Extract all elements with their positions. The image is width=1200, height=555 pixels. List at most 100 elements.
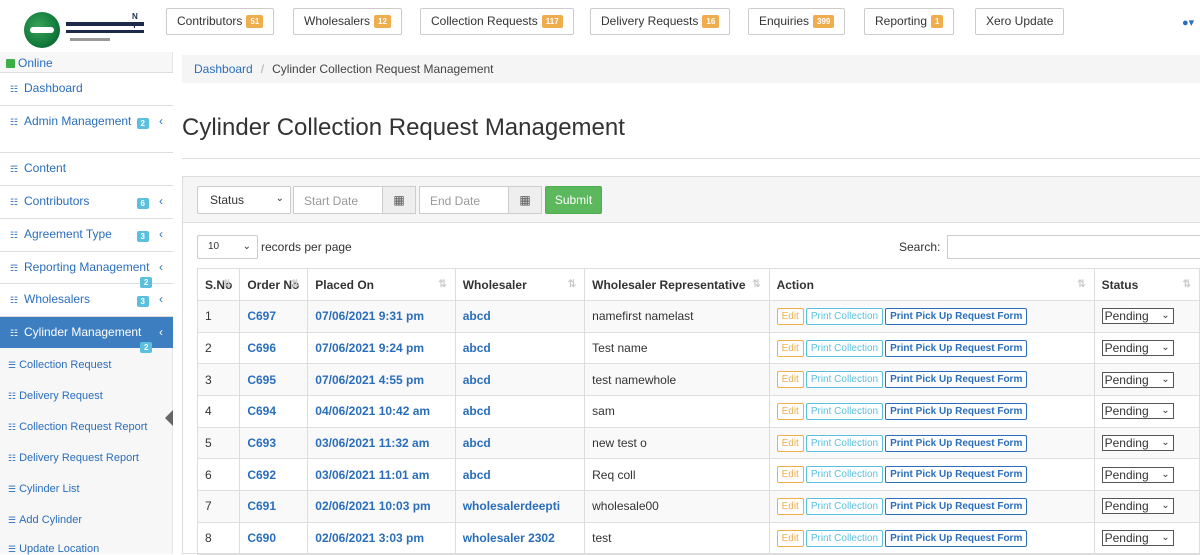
column-header-representative[interactable]: Wholesaler Representative ⇅ [584, 268, 770, 301]
calendar-icon[interactable]: ▦ [508, 186, 542, 214]
print-collection-button[interactable]: Print Collection [805, 402, 884, 420]
submenu-item-collection-request-report[interactable]: ☷ Collection Request Report [8, 421, 147, 433]
edit-button[interactable]: Edit [776, 307, 804, 325]
cell-placed-on-link[interactable]: 07/06/2021 4:55 pm [307, 363, 456, 397]
edit-button[interactable]: Edit [776, 371, 804, 389]
nav-button-xero-update[interactable]: Xero Update [975, 8, 1065, 35]
sidebar: Online ☷ Dashboard ☷ Admin Management 2 ‹ ☶ Con… [0, 52, 173, 555]
cell-wholesaler-link[interactable]: wholesalerdeepti [454, 490, 586, 523]
nav-button-reporting[interactable]: Reporting 1 [864, 8, 955, 35]
cell-wholesaler-link[interactable]: abcd [454, 458, 586, 492]
edit-button[interactable]: Edit [776, 339, 804, 357]
edit-button[interactable]: Edit [776, 434, 804, 452]
status-select[interactable]: Pending ⌄ [1101, 530, 1174, 547]
column-header-order-no[interactable]: Order No ⇅ [239, 268, 309, 301]
print-pickup-form-button[interactable]: Print Pick Up Request Form [885, 307, 1028, 325]
submenu-item-collection-request[interactable]: ☰ Collection Request [8, 359, 111, 371]
status-select[interactable]: Pending ⌄ [1101, 498, 1174, 515]
nav-button-label: Contributors [177, 14, 243, 28]
nav-button-collection-requests[interactable]: Collection Requests 117 [420, 8, 574, 35]
online-dot-icon [6, 59, 15, 68]
column-header-wholesaler[interactable]: Wholesaler ⇅ [454, 268, 586, 301]
sidebar-item-dashboard[interactable]: ☷ Dashboard [0, 72, 173, 105]
page-length-select[interactable]: 10 ⌄ [197, 235, 258, 259]
start-date-input[interactable]: Start Date [293, 186, 383, 214]
divider [182, 158, 1200, 159]
print-pickup-form-button[interactable]: Print Pick Up Request Form [885, 529, 1028, 547]
cell-order-no-link[interactable]: C695 [239, 363, 309, 397]
column-header-status[interactable]: Status ⇅ [1093, 268, 1200, 301]
cell-placed-on-link[interactable]: 04/06/2021 10:42 am [307, 395, 456, 428]
status-select[interactable]: Pending ⌄ [1101, 466, 1174, 483]
print-pickup-form-button[interactable]: Print Pick Up Request Form [885, 497, 1028, 515]
print-collection-button[interactable]: Print Collection [805, 529, 884, 547]
calendar-icon[interactable]: ▦ [382, 186, 416, 214]
print-pickup-form-button[interactable]: Print Pick Up Request Form [885, 339, 1028, 357]
print-collection-button[interactable]: Print Collection [805, 371, 884, 389]
breadcrumb-home-link[interactable]: Dashboard [194, 62, 253, 76]
print-collection-button[interactable]: Print Collection [805, 434, 884, 452]
submenu-item-add-cylinder[interactable]: ☰ Add Cylinder [8, 514, 82, 526]
print-pickup-form-button[interactable]: Print Pick Up Request Form [885, 434, 1028, 452]
print-collection-button[interactable]: Print Collection [805, 466, 884, 484]
status-select[interactable]: Pending ⌄ [1101, 340, 1174, 357]
submenu-item-cylinder-list[interactable]: ☰ Cylinder List [8, 483, 80, 495]
cell-wholesaler-link[interactable]: abcd [454, 331, 586, 365]
cell-order-no-link[interactable]: C692 [239, 458, 309, 492]
cell-wholesaler-link[interactable]: abcd [454, 363, 586, 397]
column-header-sno[interactable]: S.No ⇅ [196, 268, 241, 301]
cell-order-no-link[interactable]: C690 [239, 521, 309, 555]
company-logo[interactable]: N T [20, 8, 150, 48]
cell-wholesaler-link[interactable]: abcd [454, 300, 586, 333]
status-select[interactable]: Pending ⌄ [1101, 371, 1174, 388]
nav-button-delivery-requests[interactable]: Delivery Requests 16 [590, 8, 731, 35]
nav-button-contributors[interactable]: Contributors 51 [166, 8, 275, 35]
cell-placed-on-link[interactable]: 07/06/2021 9:24 pm [307, 331, 456, 365]
status-select[interactable]: Pending ⌄ [1101, 308, 1174, 325]
cell-order-no-link[interactable]: C693 [239, 426, 309, 460]
cell-wholesaler-link[interactable]: abcd [454, 395, 586, 428]
edit-button[interactable]: Edit [776, 529, 804, 547]
edit-button[interactable]: Edit [776, 402, 804, 420]
sidebar-item-agreement-type[interactable]: ☷ Agreement Type 3 ‹ [0, 218, 173, 251]
submenu-item-delivery-request-report[interactable]: ☷ Delivery Request Report [8, 452, 139, 464]
print-pickup-form-button[interactable]: Print Pick Up Request Form [885, 466, 1028, 484]
column-header-action[interactable]: Action ⇅ [768, 268, 1095, 301]
cell-wholesaler-link[interactable]: abcd [454, 426, 586, 460]
search-input[interactable] [947, 235, 1200, 259]
print-collection-button[interactable]: Print Collection [805, 497, 884, 515]
nav-button-enquiries[interactable]: Enquiries 399 [748, 8, 846, 35]
table-row: 7 C691 02/06/2021 10:03 pm wholesalerdeepti… [196, 490, 1200, 523]
status-select[interactable]: Pending ⌄ [1101, 403, 1174, 420]
edit-button[interactable]: Edit [776, 497, 804, 515]
cell-order-no-link[interactable]: C691 [239, 490, 309, 523]
nav-button-wholesalers[interactable]: Wholesalers 12 [293, 8, 402, 35]
cell-placed-on-link[interactable]: 03/06/2021 11:01 am [307, 458, 456, 492]
status-select-value: Pending [1104, 404, 1149, 419]
submenu-item-update-location[interactable]: ☰ Update Location [8, 543, 99, 555]
cell-order-no-link[interactable]: C696 [239, 331, 309, 365]
cell-placed-on-link[interactable]: 03/06/2021 11:32 am [307, 426, 456, 460]
cell-placed-on-link[interactable]: 02/06/2021 3:03 pm [307, 521, 456, 555]
sidebar-item-content[interactable]: ☶ Content [0, 152, 173, 185]
print-collection-button[interactable]: Print Collection [805, 339, 884, 357]
cell-order-no-link[interactable]: C694 [239, 395, 309, 428]
cell-order-no-link[interactable]: C697 [239, 300, 309, 333]
print-pickup-form-button[interactable]: Print Pick Up Request Form [885, 371, 1028, 389]
cell-placed-on-link[interactable]: 07/06/2021 9:31 pm [307, 300, 456, 333]
submit-button[interactable]: Submit [545, 186, 602, 214]
cell-placed-on-link[interactable]: 02/06/2021 10:03 pm [307, 490, 456, 523]
chevron-left-icon: ‹ [159, 227, 163, 241]
print-collection-button[interactable]: Print Collection [805, 307, 884, 325]
edit-button[interactable]: Edit [776, 466, 804, 484]
sidebar-item-contributors[interactable]: ☷ Contributors 6 ‹ [0, 185, 173, 218]
sidebar-item-admin-management[interactable]: ☷ Admin Management 2 ‹ [0, 105, 173, 152]
end-date-input[interactable]: End Date [419, 186, 509, 214]
status-filter-select[interactable]: Status ⌄ [197, 186, 291, 214]
print-pickup-form-button[interactable]: Print Pick Up Request Form [885, 402, 1028, 420]
column-header-placed-on[interactable]: Placed On ⇅ [307, 268, 456, 301]
submenu-item-delivery-request[interactable]: ☷ Delivery Request [8, 390, 103, 402]
cell-wholesaler-link[interactable]: wholesaler 2302 [454, 521, 586, 555]
user-icon[interactable]: ●▾ [1182, 16, 1194, 29]
status-select[interactable]: Pending ⌄ [1101, 435, 1174, 452]
